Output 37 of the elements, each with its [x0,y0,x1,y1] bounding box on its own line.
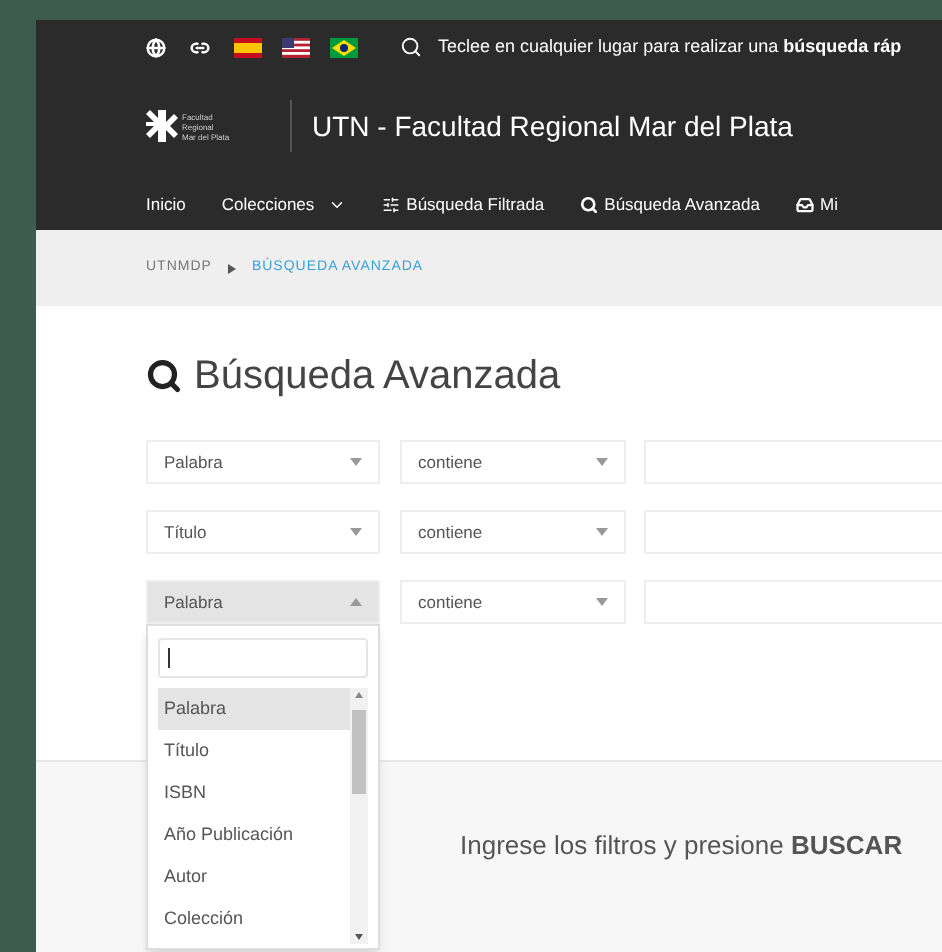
scrollbar[interactable] [350,688,368,944]
page-heading: Búsqueda Avanzada [194,352,561,402]
nav-link[interactable]: Búsqueda Avanzada [580,191,760,217]
usa-flag-icon[interactable] [282,37,310,57]
site-title: UTN - Facultad Regional Mar del Plata [312,107,793,146]
sliders-icon [382,195,401,213]
globe-icon[interactable] [146,37,166,57]
spain-flag-icon[interactable] [234,37,262,57]
search-icon [400,36,422,58]
caret-down-icon [350,458,362,466]
dropdown-search-field[interactable] [158,638,368,678]
chevron-right-icon [227,263,236,273]
dropdown-option[interactable]: Palabra [158,688,350,730]
nav-link[interactable]: Inicio [146,191,186,217]
inbox-icon [795,195,814,213]
caret-down-icon [596,458,608,466]
operator-select[interactable]: contiene [400,510,626,554]
caret-down-icon [596,528,608,536]
search-icon [146,358,182,394]
quick-search-hint: Teclee en cualquier lugar para realizar una búsqueda ráp [438,33,902,60]
nav-link[interactable]: Mi [795,191,838,217]
link-icon[interactable] [190,37,210,57]
asterisk-logo-icon [146,110,178,142]
nav-link[interactable]: Colecciones [221,191,347,217]
empty-results-message: Ingrese los filtros y presione BUSCAR [460,830,903,860]
nav-link[interactable]: Búsqueda Filtrada [382,191,545,217]
operator-select[interactable]: contiene [400,580,626,624]
caret-down-icon [350,528,362,536]
field-select[interactable]: Palabra [146,440,380,484]
operator-select[interactable]: contiene [400,440,626,484]
caret-down-icon [596,598,608,606]
caret-up-icon [350,598,362,606]
search-icon [580,195,599,213]
text-cursor [168,648,170,668]
field-select[interactable]: Título [146,510,380,554]
field-select[interactable]: Palabra [146,580,380,624]
brazil-flag-icon[interactable] [330,37,358,57]
